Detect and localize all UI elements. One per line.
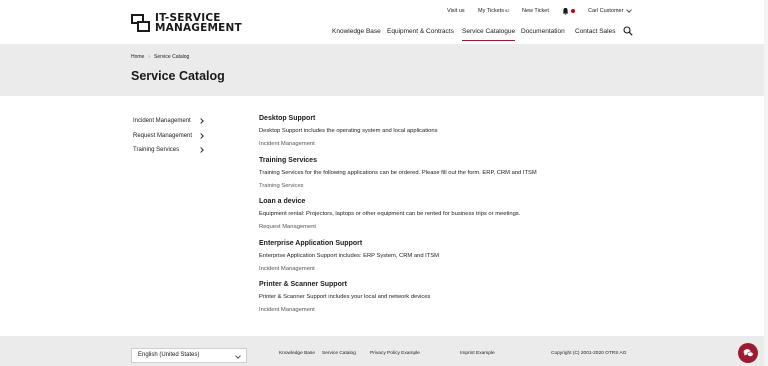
service-title[interactable]: Desktop Support — [259, 115, 315, 122]
language-select[interactable]: English (United States) — [131, 348, 247, 363]
brand-name: IT-SERVICE MANAGEMENT — [155, 13, 242, 34]
footer: English (United States) Knowledge Base S… — [0, 336, 768, 366]
service-title[interactable]: Training Services — [259, 157, 317, 164]
nav-contact-sales[interactable]: Contact Sales — [575, 28, 615, 35]
top-bar: Visit us My Tickets92 New Ticket Carl Cu… — [0, 7, 768, 16]
sidebar-item-request-management[interactable]: Request Management — [133, 133, 213, 148]
service-item: Printer & Scanner Support Printer & Scan… — [259, 281, 679, 323]
scrollbar[interactable] — [764, 0, 768, 366]
service-category[interactable]: Training Services — [259, 183, 304, 189]
service-title[interactable]: Loan a device — [259, 198, 305, 205]
logo-icon — [131, 13, 151, 33]
brand-logo[interactable]: IT-SERVICE MANAGEMENT — [131, 13, 242, 33]
sidebar-item-incident-management[interactable]: Incident Management — [133, 118, 213, 133]
sidebar-item-label: Request Management — [133, 132, 193, 139]
page-title: Service Catalog — [131, 69, 225, 83]
nav-documentation[interactable]: Documentation — [521, 28, 565, 35]
footer-link-imprint[interactable]: Imprint Example — [460, 351, 495, 356]
service-description: Equipment rental: Projectors, laptops or… — [259, 211, 521, 217]
notification-dot — [571, 9, 575, 13]
breadcrumb: Home › Service Catalog — [131, 54, 189, 60]
my-tickets-link[interactable]: My Tickets92 — [478, 8, 509, 14]
chevron-down-icon — [235, 353, 241, 359]
breadcrumb-separator-icon: › — [148, 54, 151, 60]
chevron-right-icon — [198, 132, 204, 139]
sidebar-item-training-services[interactable]: Training Services — [133, 147, 213, 162]
service-description: Enterprise Application Support includes:… — [259, 252, 439, 259]
footer-link-knowledge-base[interactable]: Knowledge Base — [279, 351, 315, 356]
visit-us-link[interactable]: Visit us — [447, 8, 465, 14]
sidebar-item-label: Training Services — [133, 147, 180, 153]
nav-service-catalogue[interactable]: Service Catalogue — [462, 28, 516, 41]
service-item: Loan a device Equipment rental: Projecto… — [259, 198, 679, 240]
breadcrumb-current: Service Catalog — [154, 54, 190, 60]
service-list: Desktop Support Desktop Support includes… — [259, 115, 679, 323]
my-tickets-count: 92 — [504, 8, 510, 13]
my-tickets-label: My Tickets — [478, 8, 504, 14]
service-description: Desktop Support includes the operating s… — [259, 128, 438, 134]
sidebar-item-label: Incident Management — [133, 118, 191, 124]
service-item: Desktop Support Desktop Support includes… — [259, 115, 679, 157]
language-select-value: English (United States) — [138, 352, 200, 358]
chat-icon — [743, 349, 754, 357]
service-item: Training Services Training Services for … — [259, 157, 679, 199]
brand-line-2: MANAGEMENT — [155, 22, 242, 34]
footer-link-service-catalog[interactable]: Service Catalog — [322, 351, 356, 356]
service-category[interactable]: Incident Management — [259, 307, 315, 313]
new-ticket-link[interactable]: New Ticket — [522, 8, 549, 14]
service-category[interactable]: Incident Management — [259, 266, 315, 272]
page-header: Home › Service Catalog Service Catalog — [0, 44, 768, 96]
chevron-right-icon — [198, 118, 204, 124]
nav-knowledge-base[interactable]: Knowledge Base — [332, 28, 381, 35]
header: IT-SERVICE MANAGEMENT Visit us My Ticket… — [0, 0, 768, 44]
user-menu[interactable]: Carl Customer — [588, 7, 633, 14]
service-title[interactable]: Enterprise Application Support — [259, 240, 362, 247]
chat-button[interactable] — [738, 343, 758, 363]
service-description: Printer & Scanner Support includes your … — [259, 294, 431, 300]
nav-equipment-contracts[interactable]: Equipment & Contracts — [387, 28, 454, 35]
service-item: Enterprise Application Support Enterpris… — [259, 240, 679, 282]
service-description: Training Services for the following appl… — [259, 169, 537, 176]
search-icon[interactable] — [623, 26, 633, 36]
bell-icon[interactable] — [562, 7, 569, 15]
service-category[interactable]: Request Management — [259, 224, 316, 230]
service-category[interactable]: Incident Management — [259, 141, 315, 147]
service-title[interactable]: Printer & Scanner Support — [259, 281, 347, 288]
chevron-right-icon — [198, 147, 204, 153]
footer-copyright: Copyright (C) 2001-2020 OTRS AG — [551, 351, 627, 356]
category-sidebar: Incident Management Request Management T… — [133, 118, 213, 162]
breadcrumb-home[interactable]: Home — [131, 54, 144, 60]
chevron-down-icon — [626, 7, 633, 13]
footer-link-privacy-policy[interactable]: Privacy Policy Example — [370, 351, 420, 356]
user-name: Carl Customer — [588, 8, 624, 14]
